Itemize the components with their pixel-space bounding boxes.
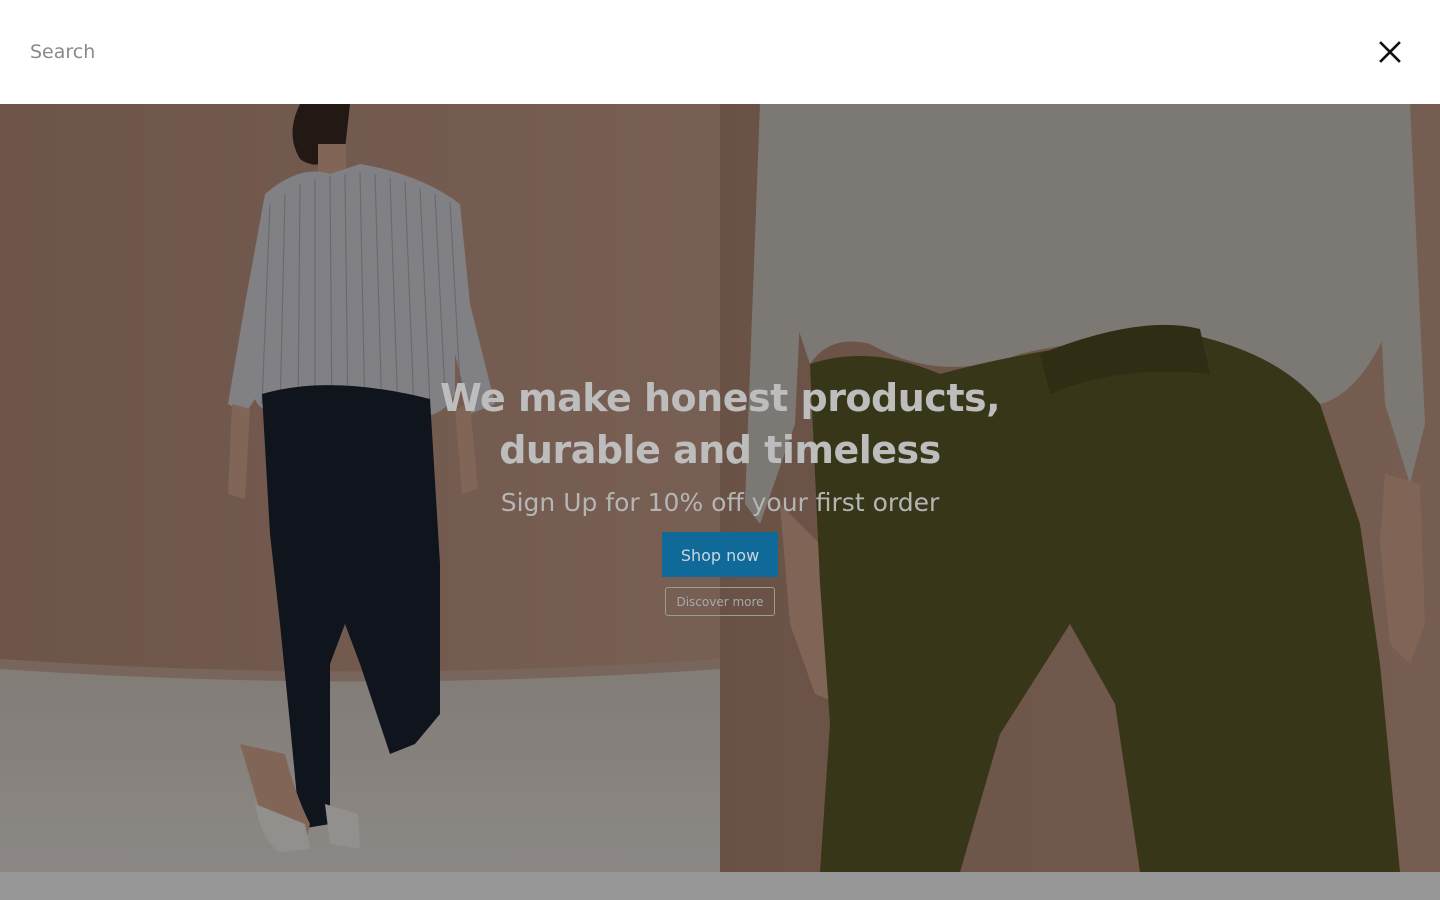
hero-content: We make honest products, durable and tim… [0, 372, 1440, 616]
discover-more-button[interactable]: Discover more [665, 587, 775, 616]
close-button[interactable] [1370, 32, 1410, 72]
shop-now-button[interactable]: Shop now [662, 532, 778, 577]
hero-headline: We make honest products, durable and tim… [439, 376, 1001, 472]
hero-subheadline: Sign Up for 10% off your first order [500, 488, 940, 517]
discover-wrap: Discover more [0, 587, 1440, 616]
page-bottom-strip [0, 872, 1440, 900]
search-header [0, 0, 1440, 104]
close-icon [1379, 41, 1401, 63]
search-input[interactable] [30, 30, 1230, 74]
hero-banner: We make honest products, durable and tim… [0, 104, 1440, 872]
